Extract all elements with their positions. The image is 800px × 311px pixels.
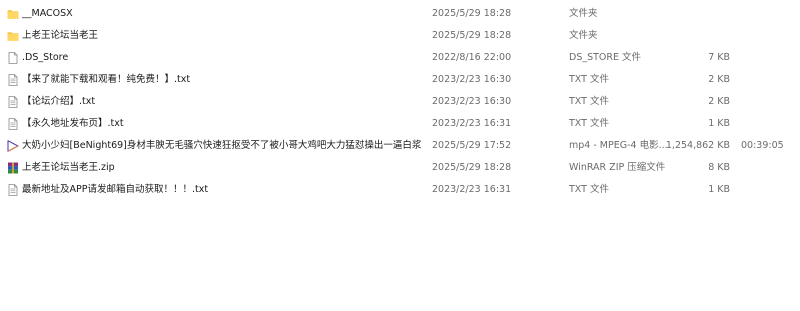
text-file-icon: [7, 118, 19, 130]
file-type: TXT 文件: [569, 74, 609, 85]
file-size: [660, 3, 730, 25]
file-duration: [741, 69, 796, 91]
file-list: __MACOSX 2025/5/29 18:28 文件夹 上老王论坛当老王 20…: [0, 0, 800, 311]
file-type: TXT 文件: [569, 118, 609, 129]
file-date: 2022/8/16 22:00: [432, 52, 512, 63]
file-size: 1 KB: [708, 118, 730, 129]
file-duration: [741, 25, 796, 47]
file-size: 8 KB: [708, 162, 730, 173]
file-date: 2023/2/23 16:31: [432, 184, 512, 195]
file-duration: 00:39:05: [741, 140, 784, 151]
file-row[interactable]: 上老王论坛当老王 2025/5/29 18:28 文件夹: [0, 25, 800, 47]
video-file-icon: [7, 140, 19, 152]
file-name: 上老王论坛当老王: [22, 30, 99, 41]
file-type: 文件夹: [569, 8, 598, 19]
file-row[interactable]: 上老王论坛当老王.zip 2025/5/29 18:28 WinRAR ZIP …: [0, 157, 800, 179]
file-type: TXT 文件: [569, 96, 609, 107]
file-date: 2023/2/23 16:31: [432, 118, 512, 129]
file-row[interactable]: .DS_Store 2022/8/16 22:00 DS_STORE 文件 7 …: [0, 47, 800, 69]
file-size: 2 KB: [708, 96, 730, 107]
file-date: 2025/5/29 18:28: [432, 162, 512, 173]
file-row[interactable]: 【永久地址发布页】.txt 2023/2/23 16:31 TXT 文件 1 K…: [0, 113, 800, 135]
file-type: TXT 文件: [569, 184, 609, 195]
file-duration: [741, 91, 796, 113]
winrar-archive-icon: [7, 162, 19, 174]
file-size: 7 KB: [708, 52, 730, 63]
file-name: 【来了就能下载和观看！纯免费！】.txt: [22, 74, 191, 85]
file-name: 大奶小少妇[BeNight69]身材丰腴无毛骚穴快速狂抠受不了被小哥大鸡吧大力猛…: [22, 140, 422, 151]
text-file-icon: [7, 96, 19, 108]
file-type: WinRAR ZIP 压缩文件: [569, 162, 666, 173]
file-row[interactable]: 【来了就能下载和观看！纯免费！】.txt 2023/2/23 16:30 TXT…: [0, 69, 800, 91]
file-row[interactable]: 【论坛介绍】.txt 2023/2/23 16:30 TXT 文件 2 KB: [0, 91, 800, 113]
file-duration: [741, 3, 796, 25]
folder-icon: [7, 8, 19, 20]
file-date: 2023/2/23 16:30: [432, 96, 512, 107]
file-name: 最新地址及APP请发邮箱自动获取！！！.txt: [22, 184, 209, 195]
file-size: 1 KB: [708, 184, 730, 195]
file-name: __MACOSX: [22, 8, 73, 19]
file-name: 【永久地址发布页】.txt: [22, 118, 124, 129]
file-date: 2025/5/29 17:52: [432, 140, 512, 151]
file-row[interactable]: 最新地址及APP请发邮箱自动获取！！！.txt 2023/2/23 16:31 …: [0, 179, 800, 201]
file-date: 2025/5/29 18:28: [432, 8, 512, 19]
file-type: mp4 - MPEG-4 电影...: [569, 140, 668, 151]
file-duration: [741, 113, 796, 135]
file-date: 2023/2/23 16:30: [432, 74, 512, 85]
file-duration: [741, 157, 796, 179]
file-size: [660, 25, 730, 47]
file-duration: [741, 179, 796, 201]
file-size: 2 KB: [708, 74, 730, 85]
file-name: .DS_Store: [22, 52, 69, 63]
file-name: 【论坛介绍】.txt: [22, 96, 96, 107]
file-row[interactable]: 大奶小少妇[BeNight69]身材丰腴无毛骚穴快速狂抠受不了被小哥大鸡吧大力猛…: [0, 135, 800, 157]
file-date: 2025/5/29 18:28: [432, 30, 512, 41]
blank-file-icon: [7, 52, 19, 64]
file-size: 1,254,862 KB: [665, 140, 730, 151]
file-name: 上老王论坛当老王.zip: [22, 162, 115, 173]
folder-icon: [7, 30, 19, 42]
text-file-icon: [7, 74, 19, 86]
file-type: DS_STORE 文件: [569, 52, 642, 63]
file-type: 文件夹: [569, 30, 598, 41]
file-row[interactable]: __MACOSX 2025/5/29 18:28 文件夹: [0, 3, 800, 25]
file-duration: [741, 47, 796, 69]
text-file-icon: [7, 184, 19, 196]
